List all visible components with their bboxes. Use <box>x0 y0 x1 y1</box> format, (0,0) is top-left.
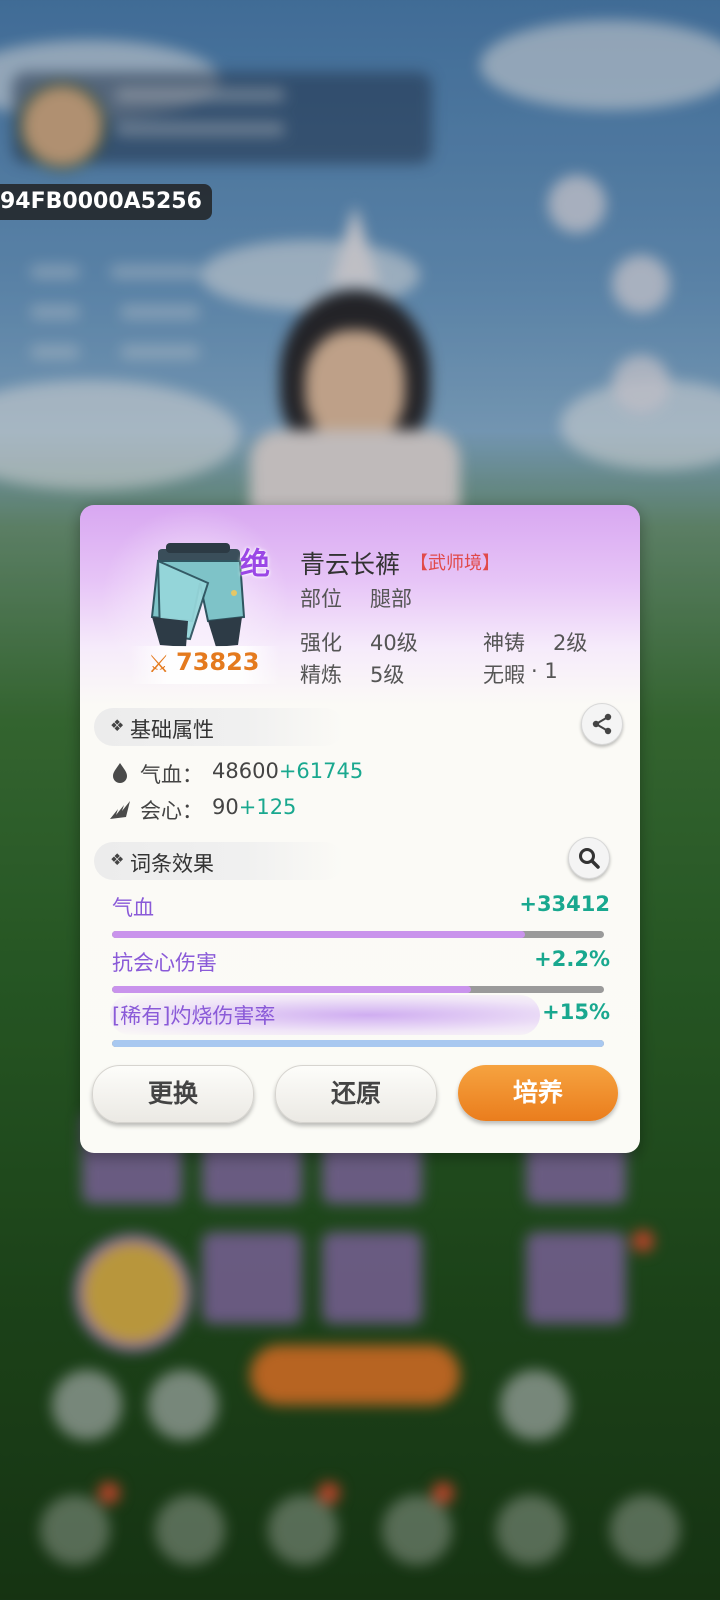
share-icon <box>592 713 612 735</box>
affix-effects-header: ❖ 词条效果 <box>94 842 344 880</box>
divine-cast-value: 2级 <box>553 631 588 655</box>
affix-name: 气血 <box>112 896 154 920</box>
enhance-label: 强化 <box>300 631 342 655</box>
blood-drop-icon <box>113 763 127 783</box>
power-value: 73823 <box>176 648 260 676</box>
crit-base-value: 90 <box>212 795 239 819</box>
replace-button[interactable]: 更换 <box>92 1065 254 1123</box>
affix-value: +15% <box>542 1000 610 1024</box>
affix-progress-fill <box>112 931 526 938</box>
enhance-value: 40级 <box>370 631 418 655</box>
device-id-label: 94FB0000A5256 <box>0 184 212 220</box>
cultivate-button[interactable]: 培养 <box>458 1065 618 1121</box>
crossed-swords-icon: ⚔ <box>148 650 170 678</box>
base-attributes-header: ❖ 基础属性 <box>94 708 344 746</box>
base-attributes-title: 基础属性 <box>130 718 214 742</box>
affix-progress-track <box>112 931 604 938</box>
search-button[interactable] <box>568 837 610 879</box>
item-name: 青云长裤 <box>300 550 401 579</box>
slot-label: 部位 <box>300 587 342 611</box>
affix-value: +2.2% <box>534 947 610 971</box>
share-button[interactable] <box>581 703 623 745</box>
slot-value: 腿部 <box>370 587 412 611</box>
affix-effects-title: 词条效果 <box>130 852 214 876</box>
diamond-icon: ❖ <box>110 716 125 735</box>
affix-progress-fill <box>112 986 472 993</box>
grade-badge: 绝 <box>240 547 270 582</box>
refine-value: 5级 <box>370 663 405 687</box>
refine-label: 精炼 <box>300 663 342 687</box>
search-icon <box>579 848 600 869</box>
crit-bonus-value: +125 <box>238 795 297 819</box>
item-realm: 【武师境】 <box>410 553 500 574</box>
equipment-detail-popup: 绝 ⚔ 73823 青云长裤 【武师境】 部位 腿部 强化 40级 神铸 2级 … <box>80 505 640 1153</box>
affix-name: 抗会心伤害 <box>112 951 217 975</box>
affix-value: +33412 <box>519 892 610 916</box>
divine-cast-label: 神铸 <box>483 631 525 655</box>
hp-base-value: 48600 <box>212 759 279 783</box>
affix-name: [稀有]灼烧伤害率 <box>112 1004 276 1028</box>
diamond-icon: ❖ <box>110 850 125 869</box>
hp-bonus-value: +61745 <box>278 759 364 783</box>
crit-icon <box>110 801 130 819</box>
flawless-value: · 1 <box>531 659 558 683</box>
affix-progress-track <box>112 986 604 993</box>
restore-button[interactable]: 还原 <box>275 1065 437 1123</box>
affix-progress-track <box>112 1040 604 1047</box>
affix-progress-fill <box>112 1040 604 1047</box>
flawless-label: 无暇 <box>483 663 525 687</box>
